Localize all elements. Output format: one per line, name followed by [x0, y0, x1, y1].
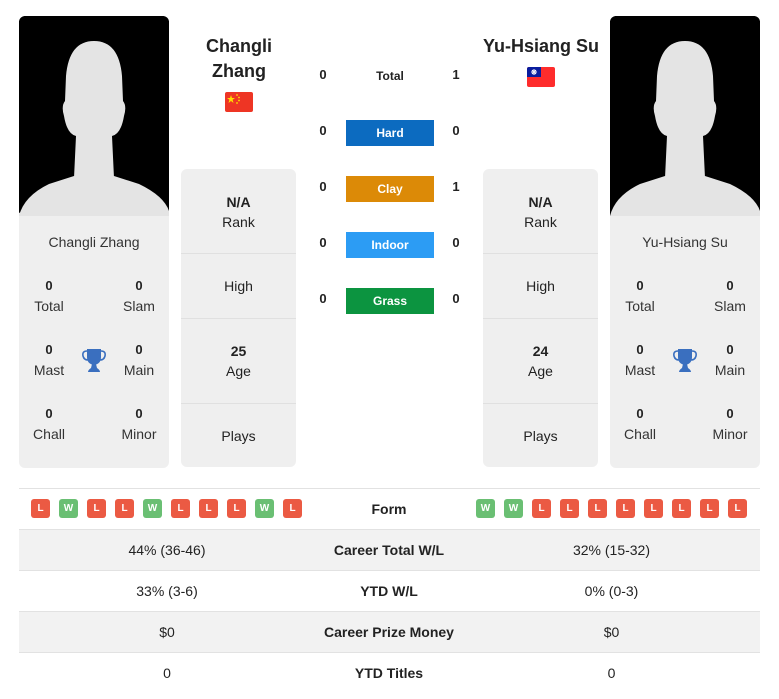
h2h-hard-p2: 0: [452, 123, 460, 138]
player2-stat-total: 0 Total: [625, 278, 655, 314]
form-loss-badge: L: [199, 499, 218, 519]
h2h-indoor-p1: 0: [319, 235, 327, 250]
player1-info-panel: N/A Rank High 25 Age Plays: [181, 169, 296, 467]
player2-value: $0: [603, 624, 620, 640]
form-row: LWLLWLLLWL Form WWLLLLLLLL: [19, 488, 760, 529]
h2h-total-p2: 1: [452, 67, 460, 82]
form-win-badge: W: [255, 499, 274, 519]
player1-card: Changli Zhang 0 Total 0 Slam 0 Mast 0 Ma…: [19, 16, 169, 468]
player2-stat-minor: 0 Minor: [712, 406, 748, 442]
table-row: 44% (36-46) Career Total W/L 32% (15-32): [19, 529, 760, 570]
form-loss-badge: L: [700, 499, 719, 519]
form-win-badge: W: [59, 499, 78, 519]
player2-value: 32% (15-32): [572, 542, 651, 558]
h2h-total-label: Total: [376, 69, 404, 83]
form-loss-badge: L: [728, 499, 747, 519]
player2-card-name: Yu-Hsiang Su: [642, 234, 728, 250]
trophy-icon: [82, 347, 106, 373]
player2-rank: N/A Rank: [524, 194, 557, 230]
player2-heading[interactable]: Yu-Hsiang Su: [476, 34, 606, 59]
player1-form: LWLLWLLLWL: [31, 499, 311, 519]
player2-stat-slam: 0 Slam: [714, 278, 746, 314]
h2h-clay-p1: 0: [319, 179, 327, 194]
row-label: Career Prize Money: [324, 624, 454, 640]
player2-card: Yu-Hsiang Su 0 Total 0 Slam 0 Mast 0 Mai…: [610, 16, 760, 468]
player-silhouette-icon: [19, 16, 169, 216]
form-win-badge: W: [143, 499, 162, 519]
table-row: 33% (3-6) YTD W/L 0% (0-3): [19, 570, 760, 611]
player2-form: WWLLLLLLLL: [476, 499, 756, 519]
divider: [483, 318, 598, 319]
form-win-badge: W: [504, 499, 523, 519]
form-loss-badge: L: [588, 499, 607, 519]
form-label: Form: [371, 501, 407, 517]
row-label: YTD Titles: [354, 665, 424, 681]
divider: [181, 318, 296, 319]
form-loss-badge: L: [87, 499, 106, 519]
player1-value: 44% (36-46): [128, 542, 206, 558]
player2-stat-main: 0 Main: [714, 342, 746, 378]
form-loss-badge: L: [532, 499, 551, 519]
divider: [483, 403, 598, 404]
player2-age: 24 Age: [528, 343, 553, 379]
surface-indoor-button[interactable]: Indoor: [346, 232, 434, 258]
player2-photo: [610, 16, 760, 216]
player1-plays: Plays: [221, 428, 256, 444]
player2-high: High: [526, 278, 555, 294]
player1-value: $0: [159, 624, 175, 640]
player2-value: 0: [607, 665, 616, 681]
player2-plays: Plays: [523, 428, 558, 444]
table-row: 0 YTD Titles 0: [19, 652, 760, 693]
table-row: $0 Career Prize Money $0: [19, 611, 760, 652]
player1-stat-slam: 0 Slam: [123, 278, 155, 314]
surface-clay-button[interactable]: Clay: [346, 176, 434, 202]
divider: [483, 253, 598, 254]
form-loss-badge: L: [644, 499, 663, 519]
player1-photo: [19, 16, 169, 216]
player1-high: High: [224, 278, 253, 294]
h2h-total-p1: 0: [319, 67, 327, 82]
player2-stat-chall: 0 Chall: [624, 406, 656, 442]
player1-stat-chall: 0 Chall: [33, 406, 65, 442]
player1-stat-main: 0 Main: [123, 342, 155, 378]
divider: [181, 253, 296, 254]
form-loss-badge: L: [672, 499, 691, 519]
row-label: YTD W/L: [360, 583, 418, 599]
player-silhouette-icon: [610, 16, 760, 216]
h2h-grass-p1: 0: [319, 291, 327, 306]
h2h-grass-p2: 0: [452, 291, 460, 306]
form-loss-badge: L: [227, 499, 246, 519]
player2-info-panel: N/A Rank High 24 Age Plays: [483, 169, 598, 467]
row-label: Career Total W/L: [333, 542, 445, 558]
player1-stat-total: 0 Total: [34, 278, 64, 314]
form-loss-badge: L: [31, 499, 50, 519]
form-loss-badge: L: [616, 499, 635, 519]
surface-hard-button[interactable]: Hard: [346, 120, 434, 146]
h2h-hard-p1: 0: [319, 123, 327, 138]
h2h-indoor-p2: 0: [452, 235, 460, 250]
player1-heading[interactable]: Changli Zhang: [174, 34, 304, 84]
player2-value: 0% (0-3): [584, 583, 639, 599]
player1-value: 33% (3-6): [136, 583, 198, 599]
taiwan-flag-icon: [527, 67, 555, 87]
form-loss-badge: L: [171, 499, 190, 519]
form-win-badge: W: [476, 499, 495, 519]
divider: [181, 403, 296, 404]
china-flag-icon: [225, 92, 253, 112]
form-loss-badge: L: [283, 499, 302, 519]
surface-grass-button[interactable]: Grass: [346, 288, 434, 314]
player1-card-name: Changli Zhang: [48, 234, 140, 250]
player2-stat-mast: 0 Mast: [624, 342, 656, 378]
form-loss-badge: L: [560, 499, 579, 519]
h2h-clay-p2: 1: [452, 179, 460, 194]
trophy-icon: [673, 347, 697, 373]
player1-age: 25 Age: [226, 343, 251, 379]
player1-value: 0: [163, 665, 171, 681]
player1-stat-minor: 0 Minor: [121, 406, 157, 442]
player1-stat-mast: 0 Mast: [33, 342, 65, 378]
player1-rank: N/A Rank: [222, 194, 255, 230]
form-loss-badge: L: [115, 499, 134, 519]
